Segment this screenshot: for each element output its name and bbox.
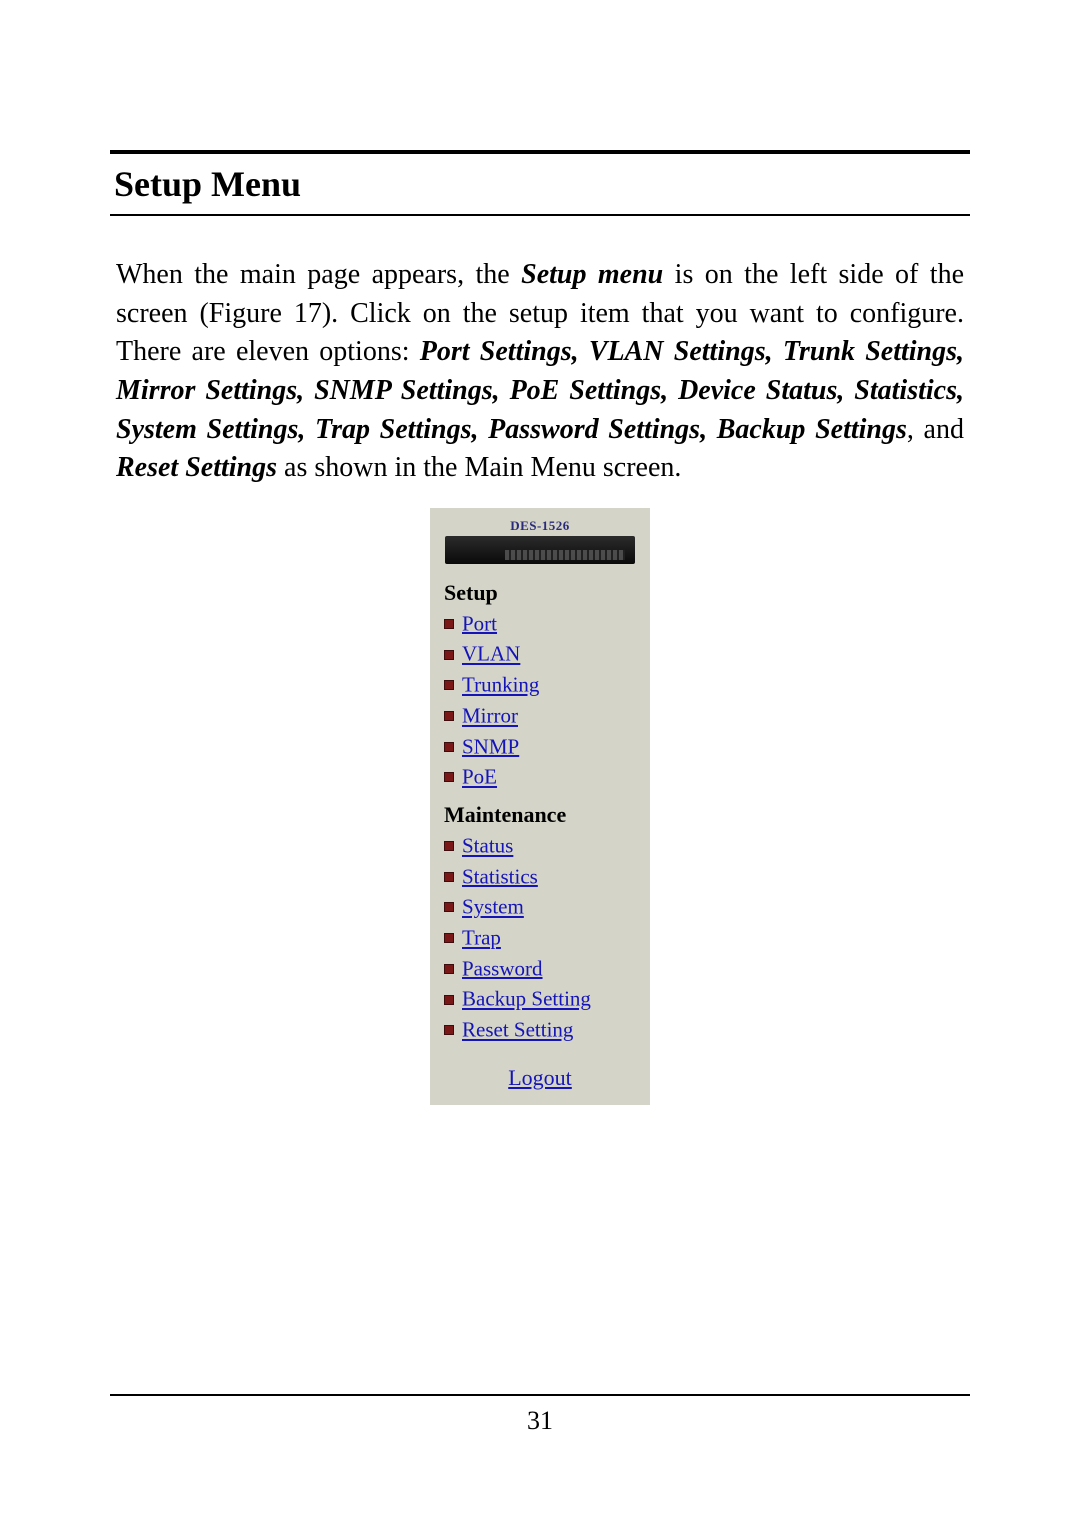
setup-sidebar-screenshot: DES-1526 Setup Port VLAN Trunking Mirror SNM… — [430, 508, 650, 1105]
setup-item: SNMP — [430, 731, 650, 762]
text-run: as shown in the Main Menu screen. — [277, 452, 681, 483]
section-heading: Setup Menu — [110, 154, 970, 214]
maintenance-item: Password — [430, 953, 650, 984]
maintenance-link[interactable]: Status — [462, 834, 513, 858]
device-model-label: DES-1526 — [430, 518, 650, 534]
maintenance-link[interactable]: System — [462, 895, 524, 919]
square-bullet-icon — [444, 650, 454, 660]
square-bullet-icon — [444, 995, 454, 1005]
maintenance-item: Statistics — [430, 861, 650, 892]
square-bullet-icon — [444, 872, 454, 882]
square-bullet-icon — [444, 933, 454, 943]
text-run: When the main page appears, the — [116, 259, 521, 290]
maintenance-item: Trap — [430, 922, 650, 953]
emphasis-reset-settings: Reset Settings — [116, 452, 277, 483]
setup-link[interactable]: PoE — [462, 765, 497, 789]
section-heading-rule: Setup Menu — [110, 150, 970, 216]
maintenance-link[interactable]: Trap — [462, 926, 501, 950]
page-number: 31 — [527, 1406, 553, 1435]
maintenance-item: System — [430, 891, 650, 922]
setup-menu-list: Port VLAN Trunking Mirror SNMP PoE — [430, 608, 650, 792]
square-bullet-icon — [444, 964, 454, 974]
page-footer: 31 — [110, 1394, 970, 1436]
square-bullet-icon — [444, 841, 454, 851]
setup-item: PoE — [430, 761, 650, 792]
square-bullet-icon — [444, 619, 454, 629]
square-bullet-icon — [444, 772, 454, 782]
square-bullet-icon — [444, 902, 454, 912]
maintenance-link[interactable]: Reset Setting — [462, 1018, 573, 1042]
maintenance-item: Reset Setting — [430, 1014, 650, 1045]
square-bullet-icon — [444, 711, 454, 721]
figure-container: DES-1526 Setup Port VLAN Trunking Mirror SNM… — [110, 508, 970, 1105]
maintenance-item: Status — [430, 830, 650, 861]
square-bullet-icon — [444, 742, 454, 752]
group-title-setup: Setup — [430, 570, 650, 608]
maintenance-menu-list: Status Statistics System Trap Password Backup… — [430, 830, 650, 1045]
setup-link[interactable]: SNMP — [462, 734, 519, 758]
setup-item: Port — [430, 608, 650, 639]
setup-link[interactable]: VLAN — [462, 642, 520, 666]
setup-link[interactable]: Trunking — [462, 673, 539, 697]
square-bullet-icon — [444, 1025, 454, 1035]
setup-link[interactable]: Port — [462, 611, 497, 635]
logout-row: Logout — [430, 1045, 650, 1091]
body-paragraph: When the main page appears, the Setup me… — [110, 256, 970, 488]
setup-item: Mirror — [430, 700, 650, 731]
maintenance-item: Backup Setting — [430, 983, 650, 1014]
emphasis-setup-menu: Setup menu — [521, 259, 663, 290]
setup-link[interactable]: Mirror — [462, 704, 518, 728]
maintenance-link[interactable]: Statistics — [462, 864, 538, 888]
maintenance-link[interactable]: Backup Setting — [462, 987, 591, 1011]
device-header: DES-1526 — [430, 516, 650, 570]
group-title-maintenance: Maintenance — [430, 792, 650, 830]
logout-link[interactable]: Logout — [508, 1065, 572, 1090]
maintenance-link[interactable]: Password — [462, 956, 543, 980]
text-run: , and — [907, 414, 964, 445]
square-bullet-icon — [444, 680, 454, 690]
switch-device-icon — [445, 536, 635, 564]
setup-item: Trunking — [430, 669, 650, 700]
document-page: Setup Menu When the main page appears, t… — [0, 0, 1080, 1526]
setup-item: VLAN — [430, 638, 650, 669]
